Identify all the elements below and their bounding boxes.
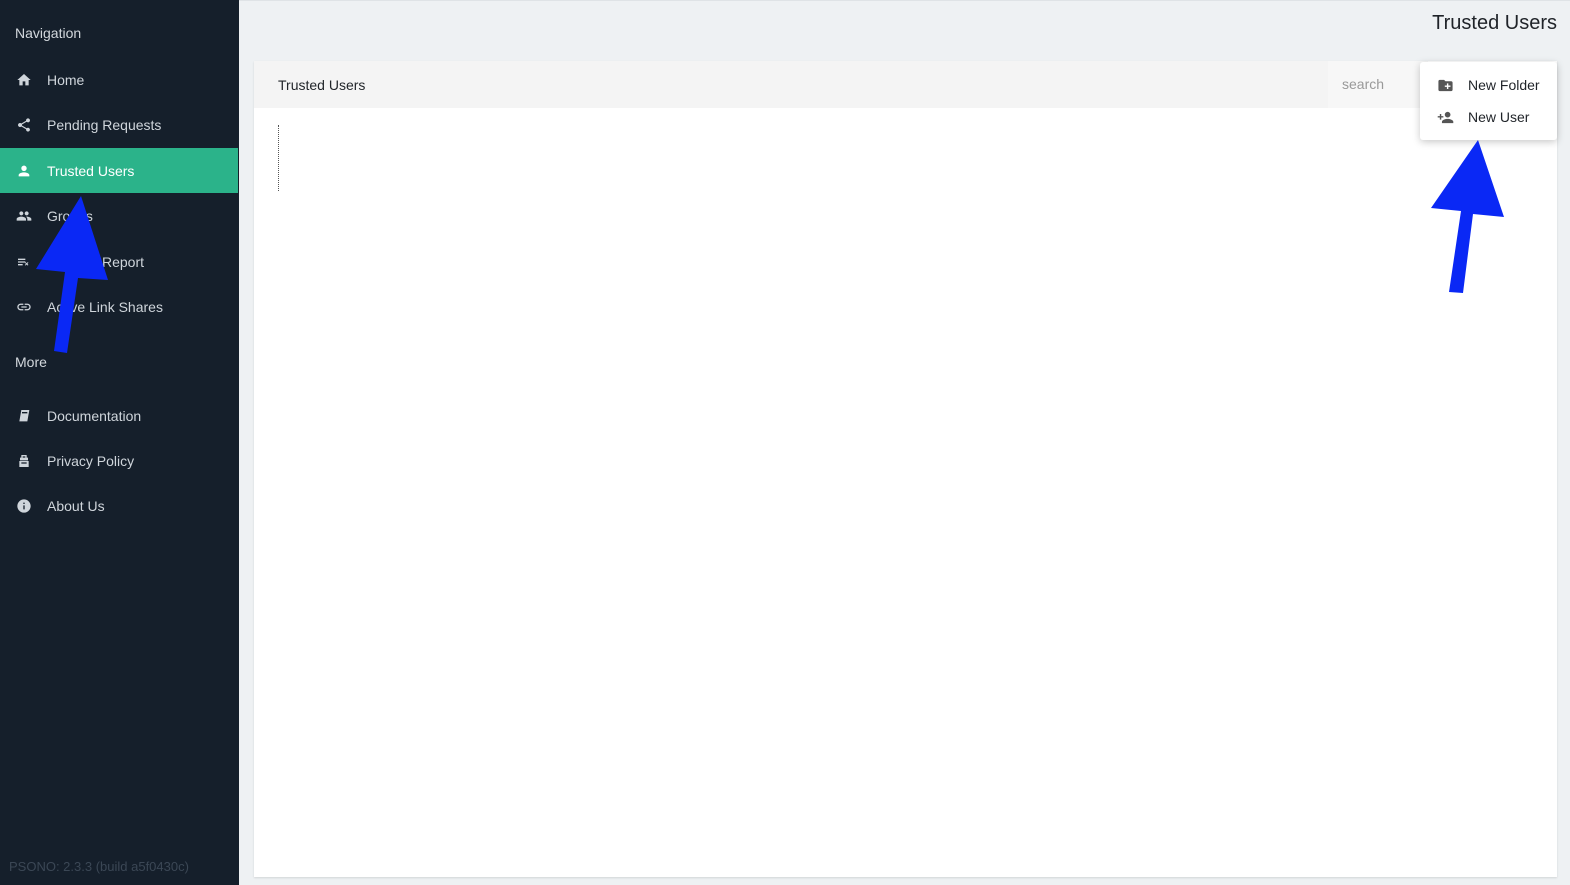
card-title: Trusted Users bbox=[278, 77, 366, 93]
create-new-folder-icon bbox=[1436, 76, 1454, 94]
menu-item-label: New User bbox=[1468, 109, 1530, 125]
menu-item-label: New Folder bbox=[1468, 77, 1540, 93]
card-header: Trusted Users bbox=[254, 61, 1328, 108]
sidebar: Navigation Home Pending Requests Trusted… bbox=[0, 0, 239, 885]
person-icon bbox=[15, 162, 33, 180]
info-icon bbox=[15, 497, 33, 515]
book-icon bbox=[15, 407, 33, 425]
search-input[interactable] bbox=[1328, 61, 1428, 108]
sidebar-item-label: Active Link Shares bbox=[47, 298, 163, 315]
privacy-icon bbox=[15, 452, 33, 470]
sidebar-item-label: Pending Requests bbox=[47, 116, 162, 133]
page-title: Trusted Users bbox=[1432, 12, 1557, 34]
context-menu: New Folder New User bbox=[1420, 62, 1557, 140]
sidebar-item-label: Home bbox=[47, 71, 85, 88]
sidebar-item-label: Trusted Users bbox=[47, 162, 135, 179]
menu-item-new-folder[interactable]: New Folder bbox=[1420, 70, 1557, 100]
nav-section-label: Navigation bbox=[15, 25, 82, 41]
top-bar: Trusted Users bbox=[239, 0, 1570, 46]
home-icon bbox=[15, 71, 33, 89]
sidebar-item-pending-requests[interactable]: Pending Requests bbox=[0, 102, 238, 147]
sidebar-item-about-us[interactable]: About Us bbox=[0, 483, 238, 528]
version-label: PSONO: 2.3.3 (build a5f0430c) bbox=[9, 859, 189, 874]
sidebar-item-documentation[interactable]: Documentation bbox=[0, 393, 238, 438]
menu-item-new-user[interactable]: New User bbox=[1420, 102, 1557, 132]
sidebar-item-label: Documentation bbox=[47, 407, 142, 424]
sidebar-item-trusted-users[interactable]: Trusted Users bbox=[0, 148, 238, 193]
sidebar-item-label: Privacy Policy bbox=[47, 452, 135, 469]
more-section-label: More bbox=[15, 354, 47, 370]
share-icon bbox=[15, 116, 33, 134]
sidebar-item-report[interactable]: Report bbox=[0, 239, 238, 284]
trusted-users-card: Trusted Users bbox=[254, 61, 1557, 877]
group-icon bbox=[15, 207, 33, 225]
sidebar-item-privacy-policy[interactable]: Privacy Policy bbox=[0, 438, 238, 483]
sidebar-item-active-link-shares[interactable]: Active Link Shares bbox=[0, 284, 238, 329]
sidebar-item-label: Groups bbox=[47, 207, 93, 224]
playlist-remove-icon bbox=[15, 253, 33, 271]
tree-view bbox=[278, 125, 279, 191]
sidebar-item-label: About Us bbox=[47, 497, 105, 514]
sidebar-item-groups[interactable]: Groups bbox=[0, 193, 238, 238]
sidebar-item-home[interactable]: Home bbox=[0, 57, 238, 102]
sidebar-item-label: Report bbox=[102, 253, 145, 270]
person-add-icon bbox=[1436, 108, 1454, 126]
link-icon bbox=[15, 298, 33, 316]
